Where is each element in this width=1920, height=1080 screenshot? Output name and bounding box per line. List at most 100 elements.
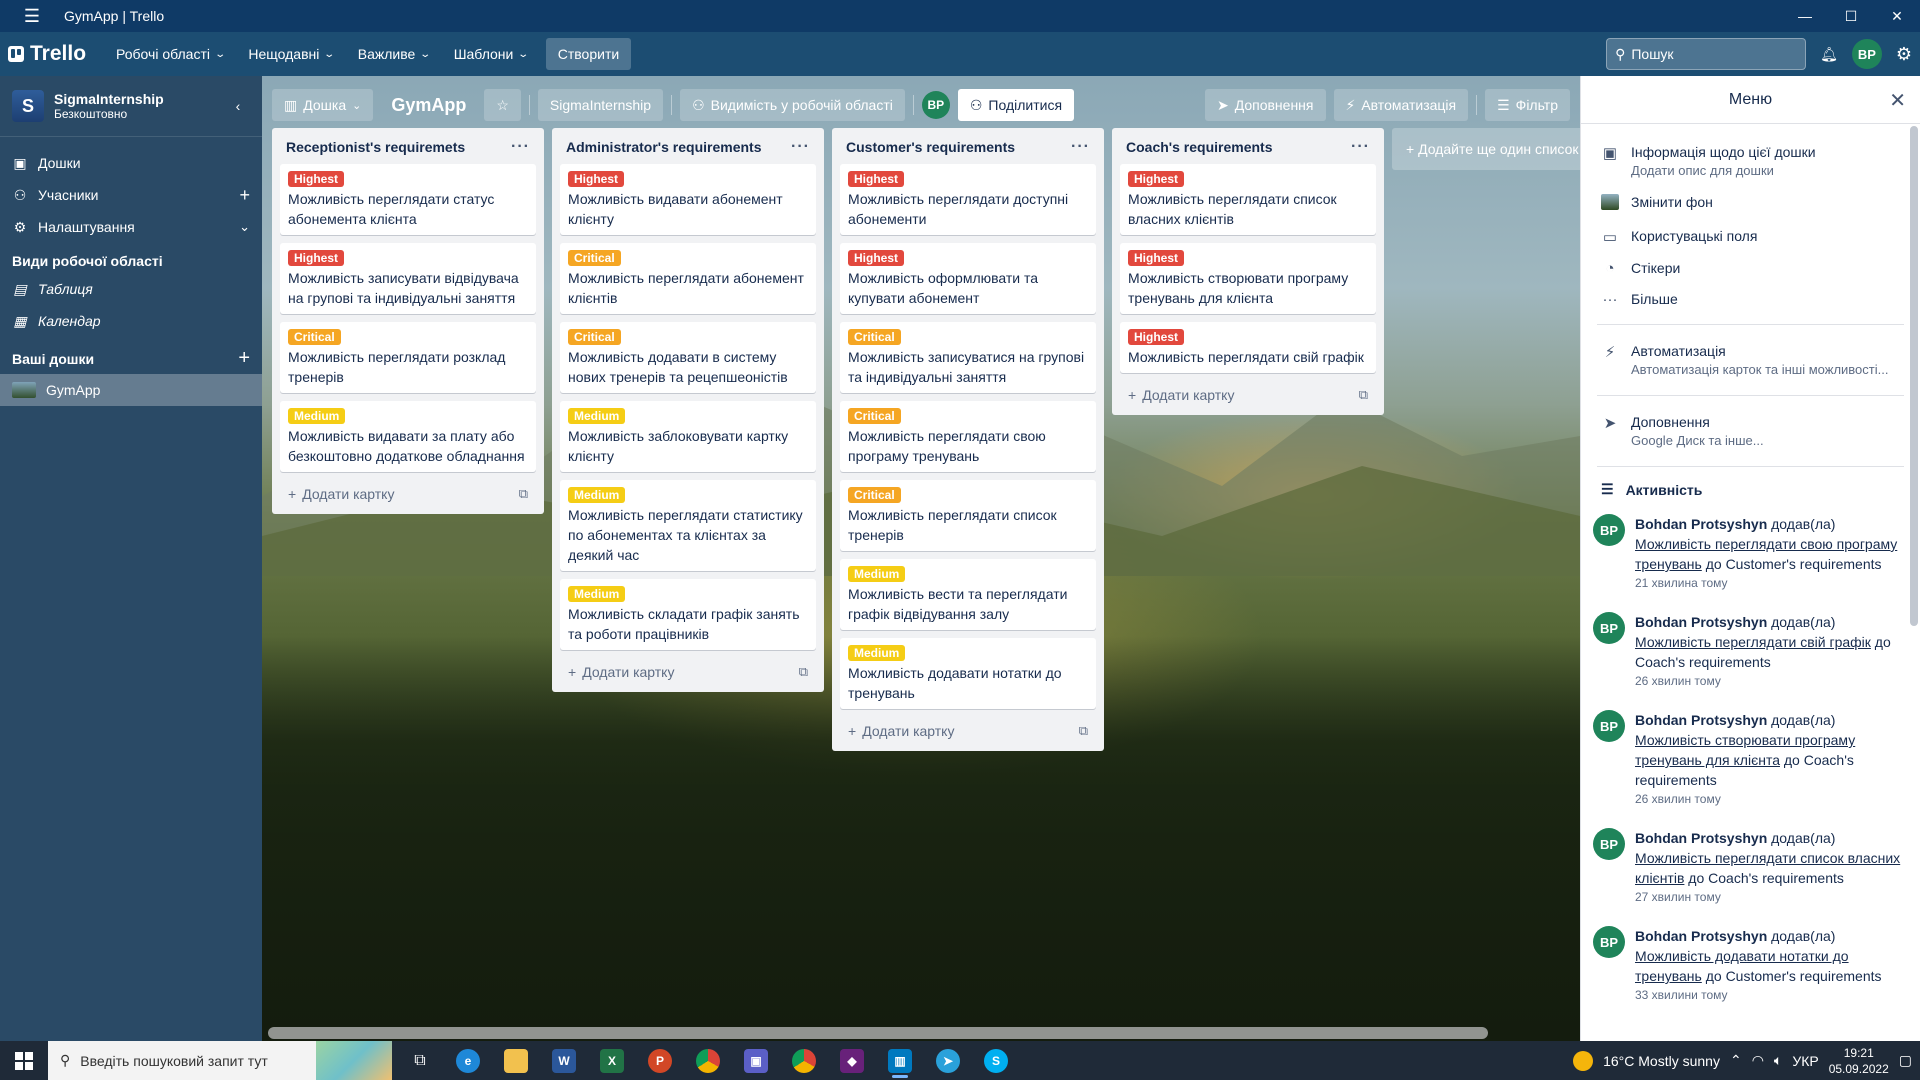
close-window-icon[interactable]: ✕ <box>1874 8 1920 25</box>
file-explorer-icon[interactable] <box>492 1041 540 1080</box>
menu-item-stickers[interactable]: ◔ Стікери <box>1581 252 1920 283</box>
sidebar-item-boards[interactable]: ▣ Дошки <box>0 147 262 179</box>
activity-time[interactable]: 33 хвилини тому <box>1635 986 1908 1004</box>
card[interactable]: Medium Можливість вести та переглядати гр… <box>840 559 1096 630</box>
card[interactable]: Medium Можливість додавати нотатки до тре… <box>840 638 1096 709</box>
collapse-sidebar-icon[interactable]: ‹ <box>226 94 250 118</box>
activity-avatar[interactable]: BP <box>1593 926 1625 958</box>
menu-item-automation[interactable]: ⚡︎ Автоматизація Автоматизація карток та … <box>1581 335 1920 385</box>
list-header[interactable]: Administrator's requirements ··· <box>560 136 816 164</box>
word-icon[interactable]: W <box>540 1041 588 1080</box>
excel-icon[interactable]: X <box>588 1041 636 1080</box>
card[interactable]: Critical Можливість записуватися на групо… <box>840 322 1096 393</box>
skype-icon[interactable]: S <box>972 1041 1020 1080</box>
menu-item-powerups[interactable]: ➤ Доповнення Google Диск та інше... <box>1581 406 1920 456</box>
gear-icon[interactable]: ⚙ <box>1896 44 1912 65</box>
card[interactable]: Highest Можливість оформлювати та купуват… <box>840 243 1096 314</box>
workspace-button[interactable]: SigmaInternship <box>537 89 664 121</box>
trello-taskbar-icon[interactable]: ▥ <box>876 1041 924 1080</box>
list-title[interactable]: Coach's requirements <box>1126 139 1273 155</box>
list-title[interactable]: Customer's requirements <box>846 139 1015 155</box>
activity-time[interactable]: 26 хвилин тому <box>1635 790 1908 808</box>
add-board-icon[interactable]: + <box>238 347 250 370</box>
star-board-button[interactable]: ☆ <box>484 89 521 121</box>
visibility-button[interactable]: ⚇ Видимість у робочій області <box>680 89 905 121</box>
nav-templates[interactable]: Шаблони ⌄ <box>442 38 540 70</box>
speaker-icon[interactable]: 🔈︎ <box>1774 1052 1782 1069</box>
scrollbar-thumb[interactable] <box>268 1027 1488 1039</box>
list-title[interactable]: Administrator's requirements <box>566 139 762 155</box>
activity-avatar[interactable]: BP <box>1593 612 1625 644</box>
member-avatar[interactable]: BP <box>921 91 950 119</box>
add-member-icon[interactable]: + <box>239 185 250 206</box>
card[interactable]: Highest Можливість переглядати список вла… <box>1120 164 1376 235</box>
filter-button[interactable]: ☰ Фільтр <box>1485 89 1570 121</box>
trello-logo[interactable]: Trello <box>8 42 86 66</box>
menu-item-change-background[interactable]: Змінити фон <box>1581 186 1920 220</box>
add-card-button[interactable]: + Додати картку ⧉ <box>560 658 816 688</box>
card-template-icon[interactable]: ⧉ <box>519 486 528 502</box>
user-avatar[interactable]: BP <box>1851 39 1882 69</box>
board-view-switcher[interactable]: ▥ Дошка ⌄ <box>272 89 374 121</box>
card[interactable]: Highest Можливість записувати відвідувача… <box>280 243 536 314</box>
activity-avatar[interactable]: BP <box>1593 710 1625 742</box>
share-button[interactable]: ⚇ Поділитися <box>957 89 1075 121</box>
sidebar-item-members[interactable]: ⚇ Учасники + <box>0 179 262 211</box>
activity-time[interactable]: 21 хвилина тому <box>1635 574 1908 592</box>
card[interactable]: Critical Можливість переглядати абонемент… <box>560 243 816 314</box>
card-template-icon[interactable]: ⧉ <box>1079 723 1088 739</box>
language-indicator[interactable]: УКР <box>1792 1053 1818 1069</box>
bell-icon[interactable]: 🔔︎ <box>1820 46 1838 63</box>
windows-start-icon[interactable] <box>0 1041 48 1080</box>
list-menu-icon[interactable]: ··· <box>1071 138 1090 156</box>
activity-time[interactable]: 27 хвилин тому <box>1635 888 1908 906</box>
activity-avatar[interactable]: BP <box>1593 828 1625 860</box>
automation-button[interactable]: ⚡︎ Автоматизація <box>1333 89 1469 121</box>
list-menu-icon[interactable]: ··· <box>791 138 810 156</box>
card[interactable]: Medium Можливість переглядати статистику … <box>560 480 816 571</box>
card[interactable]: Highest Можливість переглядати доступні а… <box>840 164 1096 235</box>
task-view-icon[interactable]: ⧉ <box>396 1041 444 1080</box>
hamburger-icon[interactable]: ☰ <box>0 6 64 27</box>
visual-studio-icon[interactable]: ◆ <box>828 1041 876 1080</box>
activity-user[interactable]: Bohdan Protsyshyn <box>1635 830 1767 846</box>
workspace-name[interactable]: SigmaInternship <box>54 91 164 107</box>
card[interactable]: Highest Можливість створювати програму тр… <box>1120 243 1376 314</box>
add-card-button[interactable]: + Додати картку ⧉ <box>1120 381 1376 411</box>
minimize-icon[interactable]: — <box>1782 8 1828 25</box>
card[interactable]: Critical Можливість переглядати свою прог… <box>840 401 1096 472</box>
card[interactable]: Medium Можливість видавати за плату або б… <box>280 401 536 472</box>
nav-workspaces[interactable]: Робочі області ⌄ <box>104 38 236 70</box>
card-template-icon[interactable]: ⧉ <box>1359 387 1368 403</box>
nav-starred[interactable]: Важливе ⌄ <box>346 38 442 70</box>
add-list-button[interactable]: + Додайте ще один список <box>1392 128 1580 170</box>
activity-user[interactable]: Bohdan Protsyshyn <box>1635 928 1767 944</box>
card[interactable]: Highest Можливість переглядати статус або… <box>280 164 536 235</box>
activity-user[interactable]: Bohdan Protsyshyn <box>1635 516 1767 532</box>
notification-icon[interactable]: ▢ <box>1899 1052 1912 1069</box>
card[interactable]: Highest Можливість переглядати свій графі… <box>1120 322 1376 373</box>
activity-avatar[interactable]: BP <box>1593 514 1625 546</box>
list-title[interactable]: Receptionist's requiremets <box>286 139 465 155</box>
list-menu-icon[interactable]: ··· <box>511 138 530 156</box>
taskbar-search-input[interactable]: ⚲ Введіть пошуковий запит тут <box>48 1041 392 1080</box>
list-menu-icon[interactable]: ··· <box>1351 138 1370 156</box>
card[interactable]: Critical Можливість переглядати розклад т… <box>280 322 536 393</box>
chrome-icon[interactable] <box>684 1041 732 1080</box>
sidebar-item-table[interactable]: ▤ Таблиця <box>0 273 262 305</box>
edge-icon[interactable]: e <box>444 1041 492 1080</box>
wifi-icon[interactable]: ◠ <box>1752 1052 1764 1069</box>
activity-card-link[interactable]: Можливість переглядати свій графік <box>1635 634 1871 650</box>
close-icon[interactable]: ✕ <box>1889 88 1906 113</box>
maximize-icon[interactable]: ☐ <box>1828 8 1874 25</box>
board-title[interactable]: GymApp <box>381 95 476 116</box>
clock[interactable]: 19:21 05.09.2022 <box>1829 1045 1889 1077</box>
menu-item-custom-fields[interactable]: ▭ Користувацькі поля <box>1581 220 1920 252</box>
save-app-icon[interactable]: ▣ <box>732 1041 780 1080</box>
sidebar-board-gymapp[interactable]: GymApp <box>0 374 262 406</box>
card[interactable]: Highest Можливість видавати абонемент клі… <box>560 164 816 235</box>
telegram-icon[interactable]: ➤ <box>924 1041 972 1080</box>
list-header[interactable]: Customer's requirements ··· <box>840 136 1096 164</box>
menu-item-more[interactable]: ··· Більше <box>1581 283 1920 314</box>
add-card-button[interactable]: + Додати картку ⧉ <box>840 717 1096 747</box>
